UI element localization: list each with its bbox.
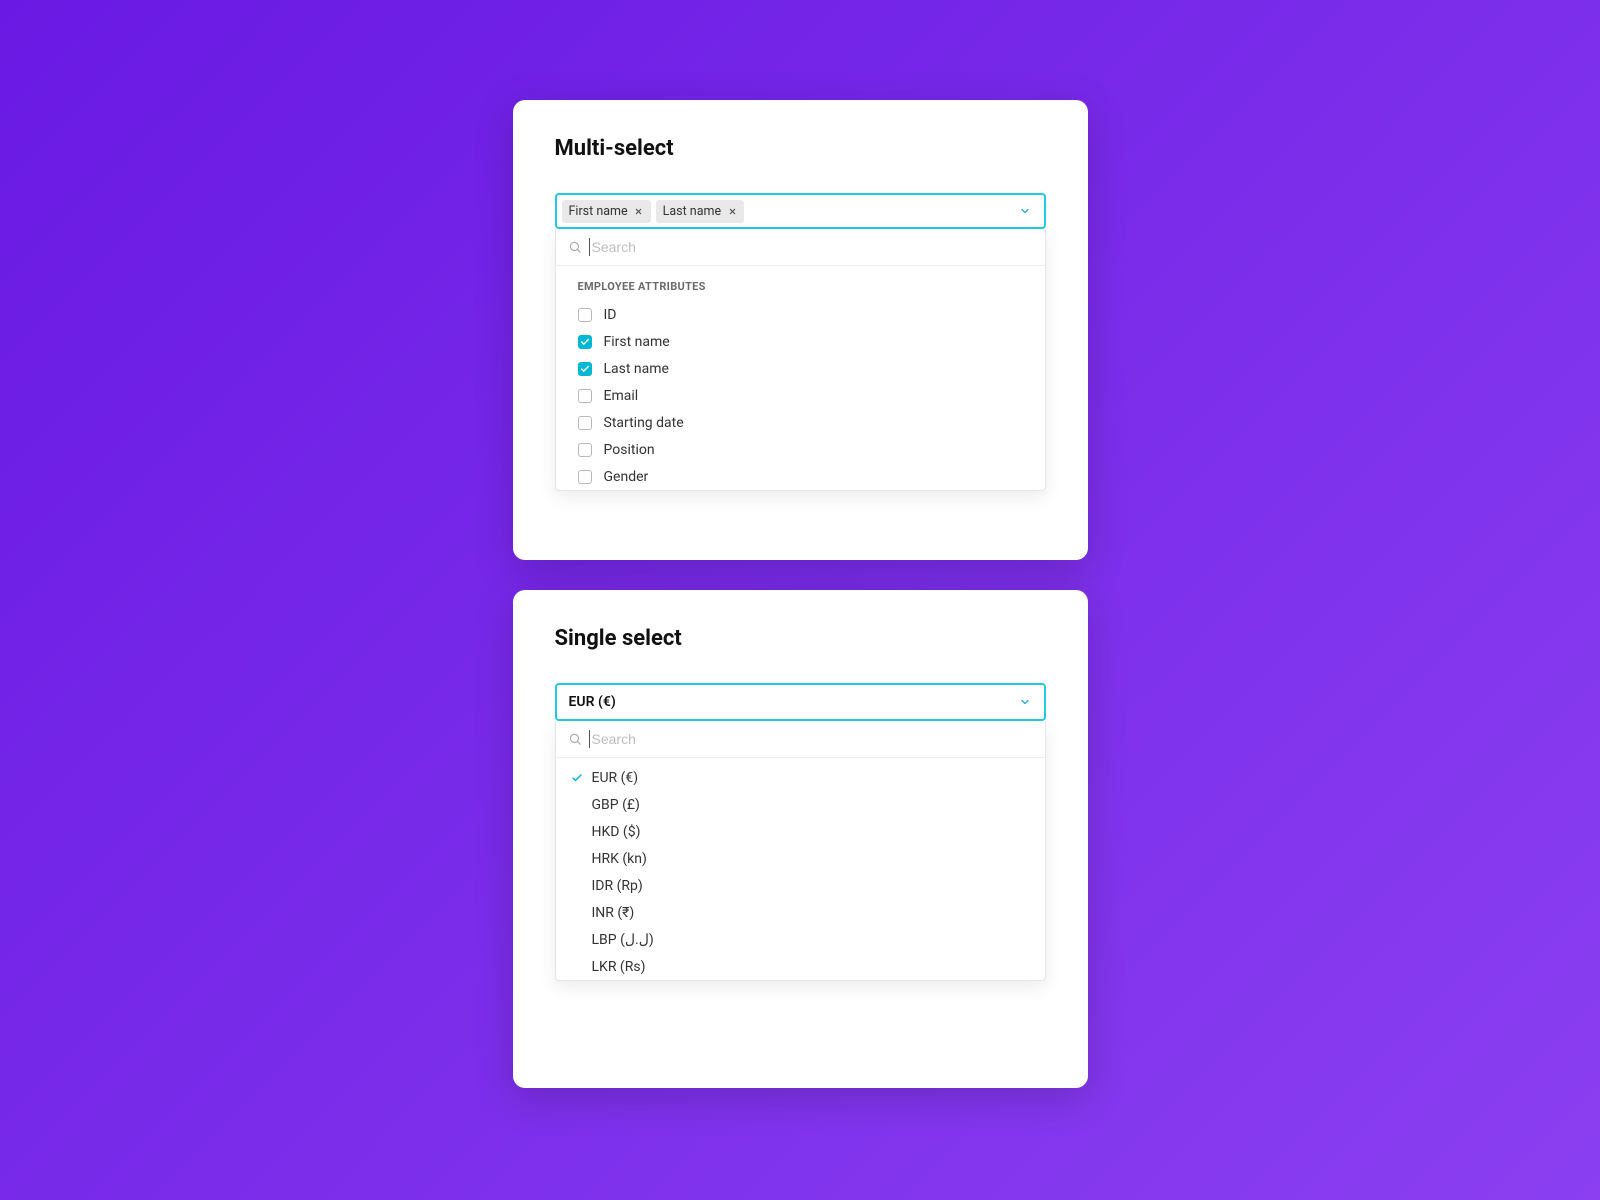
option-label: Gender	[604, 469, 649, 485]
check-icon	[570, 933, 584, 947]
check-icon	[570, 960, 584, 974]
single-option-row[interactable]: LKR (Rs)	[556, 953, 1045, 980]
single-select-options: EUR (€) GBP (£) HKD ($) HRK (kn) IDR (Rp) INR…	[556, 758, 1045, 980]
single-select-title: Single select	[555, 626, 1046, 651]
single-select-dropdown: EUR (€) GBP (£) HKD ($) HRK (kn) IDR (Rp) INR…	[555, 721, 1046, 981]
chip-label: First name	[569, 204, 628, 219]
single-option-row[interactable]: HRK (kn)	[556, 845, 1045, 872]
option-label: LBP (ل.ل)	[592, 932, 654, 948]
search-row	[556, 229, 1045, 266]
multi-select-options: EMPLOYEE ATTRIBUTES ID First name Last nam…	[556, 266, 1045, 490]
option-label: Position	[604, 442, 655, 458]
single-select-input[interactable]: EUR (€)	[555, 683, 1046, 721]
close-icon[interactable]	[727, 206, 737, 216]
search-icon	[568, 732, 583, 747]
option-label: HKD ($)	[592, 824, 641, 840]
option-label: IDR (Rp)	[592, 878, 643, 894]
check-icon	[570, 771, 584, 785]
single-option-row[interactable]: IDR (Rp)	[556, 872, 1045, 899]
option-label: ID	[604, 307, 617, 323]
multi-select-input[interactable]: First name Last name	[555, 193, 1046, 229]
search-icon	[568, 240, 583, 255]
single-option-row[interactable]: EUR (€)	[556, 764, 1045, 791]
multi-option-row[interactable]: Position	[556, 436, 1045, 463]
selected-chip: First name	[562, 200, 651, 223]
multi-option-row[interactable]: Email	[556, 382, 1045, 409]
selected-chips: First name Last name	[562, 200, 745, 223]
check-icon	[570, 879, 584, 893]
chevron-down-icon[interactable]	[1016, 693, 1034, 711]
multi-option-row[interactable]: Last name	[556, 355, 1045, 382]
option-label: HRK (kn)	[592, 851, 647, 867]
option-label: LKR (Rs)	[592, 959, 646, 975]
checkbox[interactable]	[578, 443, 592, 457]
single-select-card: Single select EUR (€) EUR (€)GBP (£)HKD …	[513, 590, 1088, 1088]
search-row	[556, 721, 1045, 758]
check-icon	[570, 798, 584, 812]
multi-select-card: Multi-select First name Last name EMPLOYE…	[513, 100, 1088, 560]
multi-select-search-input[interactable]	[589, 238, 1033, 256]
multi-option-row[interactable]: ID	[556, 301, 1045, 328]
checkbox[interactable]	[578, 308, 592, 322]
option-label: GBP (£)	[592, 797, 640, 813]
single-option-row[interactable]: INR (₹)	[556, 899, 1045, 926]
single-select-container: EUR (€) EUR (€)GBP (£)HKD ($)HRK (kn)IDR…	[555, 683, 1046, 721]
close-icon[interactable]	[634, 206, 644, 216]
chip-label: Last name	[663, 204, 721, 219]
option-label: INR (₹)	[592, 905, 635, 921]
checkbox[interactable]	[578, 362, 592, 376]
multi-option-row[interactable]: Starting date	[556, 409, 1045, 436]
check-icon	[570, 825, 584, 839]
chevron-down-icon[interactable]	[1016, 202, 1034, 220]
multi-select-container: First nameLast name EMPLOYEE ATTRIBUTES …	[555, 193, 1046, 229]
check-icon	[570, 906, 584, 920]
option-label: Starting date	[604, 415, 684, 431]
checkbox[interactable]	[578, 335, 592, 349]
multi-select-dropdown: EMPLOYEE ATTRIBUTES ID First name Last nam…	[555, 229, 1046, 491]
option-label: Last name	[604, 361, 669, 377]
single-option-row[interactable]: HKD ($)	[556, 818, 1045, 845]
option-label: First name	[604, 334, 670, 350]
checkbox[interactable]	[578, 470, 592, 484]
check-icon	[570, 852, 584, 866]
checkbox[interactable]	[578, 416, 592, 430]
option-label: EUR (€)	[592, 770, 639, 786]
multi-option-row[interactable]: First name	[556, 328, 1045, 355]
option-label: Email	[604, 388, 639, 404]
single-option-row[interactable]: LBP (ل.ل)	[556, 926, 1045, 953]
multi-option-row[interactable]: Gender	[556, 463, 1045, 490]
option-group-header: EMPLOYEE ATTRIBUTES	[556, 266, 1045, 301]
single-select-search-input[interactable]	[589, 730, 1033, 748]
single-option-row[interactable]: GBP (£)	[556, 791, 1045, 818]
multi-select-title: Multi-select	[555, 136, 1046, 161]
selected-chip: Last name	[656, 200, 744, 223]
checkbox[interactable]	[578, 389, 592, 403]
single-select-value: EUR (€)	[569, 694, 616, 710]
